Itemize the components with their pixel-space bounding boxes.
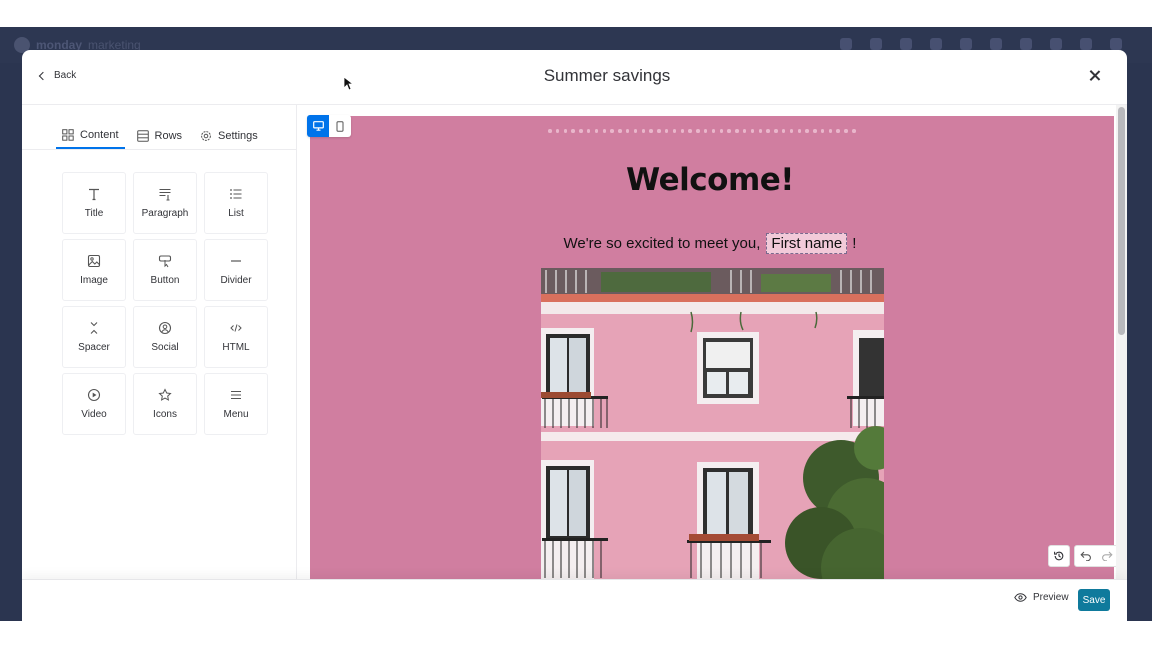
gear-icon [201, 131, 211, 141]
button-icon [158, 255, 172, 268]
building-photo [541, 268, 884, 579]
block-label: HTML [222, 342, 250, 353]
history-controls [1048, 545, 1118, 567]
block-list[interactable]: List [204, 172, 268, 234]
tab-rows[interactable]: Rows [131, 123, 189, 149]
block-divider[interactable]: Divider [204, 239, 268, 301]
history-icon [1054, 551, 1064, 561]
email-heading[interactable]: Welcome! [310, 162, 1110, 198]
tab-content[interactable]: Content [56, 123, 125, 149]
video-icon [87, 388, 101, 402]
block-spacer[interactable]: Spacer [62, 306, 126, 368]
greeting-text: We're so excited to meet you, [563, 235, 761, 252]
history-button[interactable] [1048, 545, 1070, 567]
email-canvas: Welcome! We're so excited to meet you, F… [298, 105, 1127, 579]
block-video[interactable]: Video [62, 373, 126, 435]
redo-icon [1101, 551, 1113, 561]
close-icon[interactable] [1087, 68, 1103, 84]
tab-settings[interactable]: Settings [194, 123, 264, 149]
undo-icon [1079, 551, 1091, 561]
mouse-cursor-icon [343, 76, 353, 91]
star-icon [158, 388, 172, 401]
block-label: Spacer [78, 342, 110, 353]
canvas-scrollbar[interactable] [1116, 105, 1127, 579]
content-blocks-grid: Title Paragraph List Image Button Divide… [62, 172, 268, 435]
block-label: Title [84, 208, 104, 219]
block-title[interactable]: Title [62, 172, 126, 234]
desktop-view-button[interactable] [307, 115, 329, 137]
modal-header: Back Summer savings [22, 50, 1127, 105]
block-label: Divider [220, 275, 252, 286]
undo-button[interactable] [1075, 546, 1096, 566]
merge-tag-first-name[interactable]: First name [766, 233, 848, 254]
dotted-divider [548, 129, 856, 133]
paragraph-icon [159, 188, 171, 201]
email-editor-modal: Back Summer savings Content Rows Setting… [22, 50, 1127, 621]
device-toggle [307, 115, 351, 137]
content-panel: Content Rows Settings Title Paragraph Li… [22, 105, 297, 579]
tab-label: Settings [218, 130, 258, 142]
block-label: Button [150, 275, 180, 286]
desktop-icon [312, 121, 324, 131]
email-image[interactable] [541, 268, 884, 579]
block-menu[interactable]: Menu [204, 373, 268, 435]
rows-icon [136, 130, 149, 142]
block-label: Icons [153, 409, 177, 420]
modal-footer: Preview Save [22, 579, 1127, 621]
grid-icon [62, 129, 74, 141]
redo-button[interactable] [1096, 546, 1117, 566]
block-html[interactable]: HTML [204, 306, 268, 368]
mobile-icon [336, 120, 344, 132]
greeting-suffix: ! [852, 235, 857, 252]
block-social[interactable]: Social [133, 306, 197, 368]
list-icon [230, 189, 242, 199]
email-body[interactable]: Welcome! We're so excited to meet you, F… [310, 116, 1114, 579]
block-label: List [228, 208, 244, 219]
block-icons[interactable]: Icons [133, 373, 197, 435]
save-button[interactable]: Save [1078, 589, 1110, 611]
panel-tabs: Content Rows Settings [56, 123, 270, 149]
title-icon [89, 188, 99, 201]
block-image[interactable]: Image [62, 239, 126, 301]
block-label: Social [151, 342, 179, 353]
preview-button[interactable]: Preview [1014, 592, 1069, 603]
block-paragraph[interactable]: Paragraph [133, 172, 197, 234]
divider-icon [231, 260, 241, 262]
tab-label: Rows [154, 130, 183, 142]
undo-redo-group [1074, 545, 1118, 567]
social-icon [158, 321, 172, 335]
preview-label: Preview [1033, 592, 1069, 603]
block-label: Paragraph [141, 208, 189, 219]
image-icon [87, 254, 101, 268]
block-button[interactable]: Button [133, 239, 197, 301]
mobile-view-button[interactable] [329, 115, 351, 137]
modal-title: Summer savings [543, 66, 671, 85]
block-label: Menu [223, 409, 249, 420]
code-icon [230, 324, 242, 332]
tabs-divider [22, 149, 297, 150]
menu-icon [231, 390, 241, 400]
spacer-icon [90, 322, 98, 334]
scrollbar-thumb[interactable] [1118, 107, 1125, 335]
block-label: Image [80, 275, 108, 286]
block-label: Video [81, 409, 107, 420]
eye-icon [1014, 593, 1027, 602]
tab-label: Content [80, 129, 119, 141]
email-greeting[interactable]: We're so excited to meet you, First name… [310, 233, 1110, 254]
background-toolbar-icons [840, 38, 1122, 50]
